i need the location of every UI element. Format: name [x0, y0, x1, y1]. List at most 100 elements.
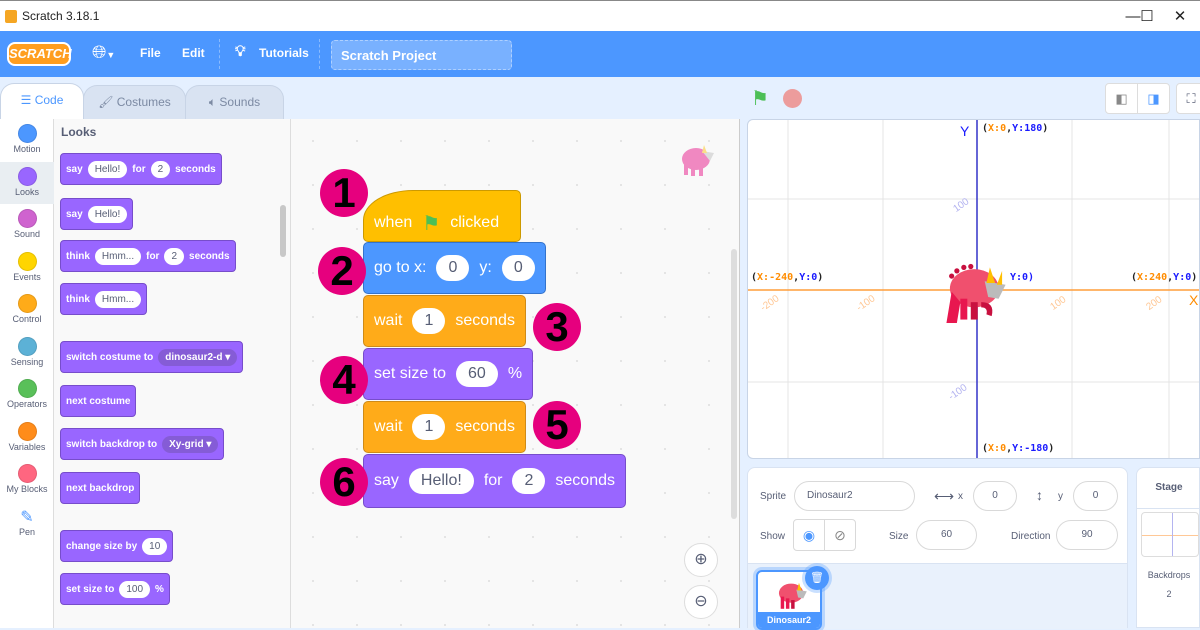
block-text: seconds	[555, 472, 615, 489]
sprite-tile-name: Dinosaur2	[758, 612, 820, 628]
palette-block[interactable]: next costume	[60, 385, 137, 417]
block-text: for	[132, 163, 146, 175]
block-input[interactable]: 0	[501, 255, 535, 281]
category-color-dot-icon	[17, 336, 37, 356]
palette-block[interactable]: say Hello!	[60, 198, 134, 230]
block-text: %	[507, 365, 523, 382]
script-workspace[interactable]: when ⚑ clicked go to x: 0 y: 0 wait 1 seconds s…	[291, 119, 740, 628]
scratch-logo[interactable]: SCRATCH	[7, 42, 72, 66]
stop-button[interactable]	[783, 89, 802, 108]
category-events[interactable]: Events	[0, 247, 54, 289]
palette-block[interactable]: switch costume to dinosaur2-d ▾	[60, 341, 244, 373]
green-flag-button[interactable]: ⚑	[751, 86, 769, 111]
language-globe-icon[interactable]: 🌐︎▼	[92, 42, 115, 63]
category-color-dot-icon	[17, 464, 37, 483]
block-dropdown[interactable]: Xy-grid ▾	[162, 435, 219, 453]
when-flag-clicked-block[interactable]: when ⚑ clicked	[363, 190, 521, 242]
category-color-dot-icon	[17, 209, 37, 228]
hide-eye-slash-icon[interactable]: ⊘	[824, 519, 856, 551]
palette-block[interactable]: think Hmm... for 2 seconds	[60, 240, 236, 272]
menu-tutorials[interactable]: Tutorials	[259, 46, 309, 60]
block-text: think	[66, 293, 90, 305]
editor-tabs: ☰ Code 🖌︎ Costumes 🔈︎ Sounds	[0, 77, 740, 119]
block-input[interactable]: Hmm...	[94, 290, 142, 308]
block-text: say	[66, 208, 83, 220]
category-color-dot-icon	[17, 379, 37, 398]
category-variables[interactable]: Variables	[0, 417, 54, 459]
category-sound[interactable]: Sound	[0, 204, 54, 246]
block-input[interactable]: 60	[456, 361, 498, 387]
stage-target-pane[interactable]: Stage Backdrops 2	[1136, 467, 1200, 628]
stage-canvas[interactable]: Y X (X:0,Y:180) (X:0,Y:-180) (X:-240,Y:0…	[747, 119, 1200, 459]
category-motion[interactable]: Motion	[0, 119, 54, 161]
size-label: Size	[889, 531, 909, 542]
block-input[interactable]: 2	[164, 247, 185, 265]
tab-costumes[interactable]: 🖌︎ Costumes	[83, 85, 186, 119]
palette-block[interactable]: think Hmm...	[60, 283, 148, 315]
close-button[interactable]: ✕	[1160, 5, 1200, 29]
block-dropdown[interactable]: dinosaur2-d ▾	[158, 348, 238, 366]
dinosaur-sprite[interactable]	[936, 250, 1016, 330]
menu-edit[interactable]: Edit	[182, 46, 205, 60]
normal-stage-button[interactable]: ◨	[1137, 83, 1170, 114]
script-block[interactable]: wait 1 seconds	[363, 401, 526, 453]
block-input[interactable]: 2	[150, 160, 171, 178]
sprite-ghost-image	[674, 135, 720, 186]
category-label: Motion	[13, 144, 41, 154]
block-input[interactable]: 100	[119, 580, 151, 598]
horizontal-arrows-icon: ⟷	[934, 488, 955, 504]
palette-block[interactable]: change size by 10	[60, 530, 174, 562]
direction-input[interactable]: 90	[1056, 520, 1118, 550]
block-input[interactable]: Hello!	[87, 205, 128, 223]
fullscreen-button[interactable]: ⛶	[1176, 83, 1200, 114]
category-label: My Blocks	[6, 484, 48, 494]
show-visible-eye-icon[interactable]: ◉	[793, 519, 825, 551]
category-my-blocks[interactable]: My Blocks	[0, 459, 54, 501]
category-color-dot-icon	[17, 251, 37, 271]
palette-block[interactable]: set size to 100%	[60, 573, 170, 605]
delete-sprite-trash-icon[interactable]: 🗑︎	[805, 566, 829, 590]
zoom-out-button[interactable]: ⊖	[684, 585, 718, 619]
block-input[interactable]: 10	[142, 537, 168, 555]
category-label: Control	[12, 314, 42, 324]
palette-block[interactable]: next backdrop	[60, 472, 141, 504]
palette-block[interactable]: switch backdrop to Xy-grid ▾	[60, 428, 225, 460]
block-input[interactable]: 1	[412, 308, 446, 334]
block-input[interactable]: Hello!	[408, 468, 474, 494]
script-block[interactable]: go to x: 0 y: 0	[363, 242, 546, 294]
backdrops-label: Backdrops	[1147, 570, 1191, 580]
block-input[interactable]: Hello!	[87, 160, 128, 178]
zoom-in-button[interactable]: ⊕	[684, 543, 718, 577]
y-input[interactable]: 0	[1073, 481, 1118, 511]
tab-code[interactable]: ☰ Code	[0, 83, 84, 119]
category-looks[interactable]: Looks	[0, 161, 54, 204]
palette-block[interactable]: say Hello! for 2 seconds	[60, 153, 222, 185]
category-sensing[interactable]: Sensing	[0, 332, 54, 374]
script-block[interactable]: say Hello! for 2 seconds	[363, 454, 626, 508]
script-block[interactable]: set size to 60%	[363, 348, 534, 400]
category-pen[interactable]: ✎ Pen	[0, 502, 54, 544]
block-text: seconds	[455, 312, 515, 329]
palette-section-title: Looks	[61, 125, 97, 139]
category-color-dot-icon	[17, 124, 37, 143]
category-control[interactable]: Control	[0, 289, 54, 331]
block-input[interactable]: Hmm...	[94, 247, 142, 265]
sprite-name-input[interactable]: Dinosaur2	[794, 481, 915, 511]
step-marker-2: 2	[318, 247, 366, 295]
code-icon: ☰	[20, 93, 35, 107]
block-input[interactable]: 1	[412, 414, 446, 440]
block-input[interactable]: 2	[512, 468, 546, 494]
block-text: set size to	[374, 365, 447, 382]
menu-file[interactable]: File	[140, 46, 161, 60]
menu-divider	[219, 39, 220, 69]
project-title-input[interactable]: Scratch Project	[331, 40, 512, 70]
small-stage-button[interactable]: ◧	[1105, 83, 1138, 114]
category-operators[interactable]: Operators	[0, 374, 54, 416]
x-input[interactable]: 0	[973, 481, 1017, 511]
block-input[interactable]: 0	[436, 255, 470, 281]
workspace-scrollbar[interactable]	[731, 249, 737, 519]
tab-sounds[interactable]: 🔈︎ Sounds	[185, 85, 284, 119]
palette-scrollbar[interactable]	[280, 205, 286, 257]
script-block[interactable]: wait 1 seconds	[363, 295, 526, 347]
size-input[interactable]: 60	[916, 520, 977, 550]
